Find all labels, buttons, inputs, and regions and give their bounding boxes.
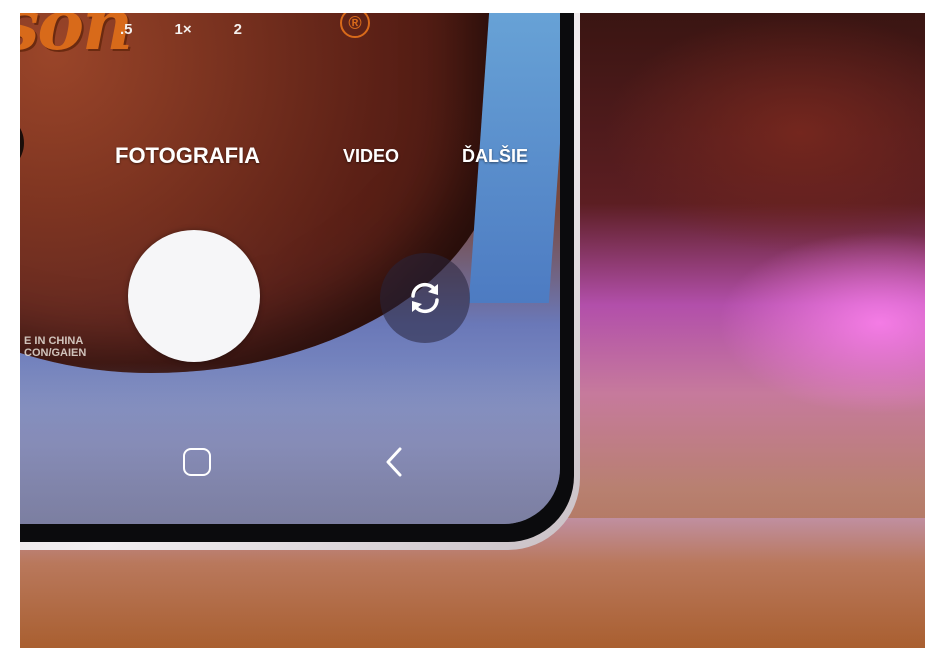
shutter-button[interactable] — [128, 230, 260, 362]
brand-logo-text: son — [20, 13, 133, 66]
switch-camera-icon — [411, 282, 439, 314]
zoom-option[interactable]: .5 — [120, 21, 133, 38]
photo-scene: son ® .5 1× 2 FOTOGRAFIA VIDEO ĎALŠIE E … — [20, 13, 925, 648]
zoom-selector: .5 1× 2 — [120, 21, 242, 38]
ball-label-line: E IN CHINA — [24, 335, 84, 347]
mode-video-tab[interactable]: VIDEO — [343, 146, 399, 167]
phone-bezel: son ® .5 1× 2 FOTOGRAFIA VIDEO ĎALŠIE E … — [20, 13, 574, 542]
home-icon[interactable] — [183, 448, 211, 476]
back-icon[interactable] — [380, 445, 410, 479]
camera-mode-bar: FOTOGRAFIA VIDEO ĎALŠIE — [20, 143, 540, 173]
system-navigation-bar — [20, 433, 540, 493]
switch-camera-button[interactable] — [380, 253, 470, 343]
ball-label-line: CON/GAIEN — [24, 347, 87, 359]
phone-frame: son ® .5 1× 2 FOTOGRAFIA VIDEO ĎALŠIE E … — [20, 13, 580, 550]
zoom-option[interactable]: 2 — [234, 21, 242, 38]
zoom-option[interactable]: 1× — [175, 21, 192, 38]
ball-label-text: E IN CHINA CON/GAIEN — [24, 335, 86, 359]
mode-photo-tab[interactable]: FOTOGRAFIA — [115, 143, 260, 169]
mode-more-tab[interactable]: ĎALŠIE — [462, 146, 528, 167]
camera-screen: son ® .5 1× 2 FOTOGRAFIA VIDEO ĎALŠIE E … — [20, 13, 560, 524]
